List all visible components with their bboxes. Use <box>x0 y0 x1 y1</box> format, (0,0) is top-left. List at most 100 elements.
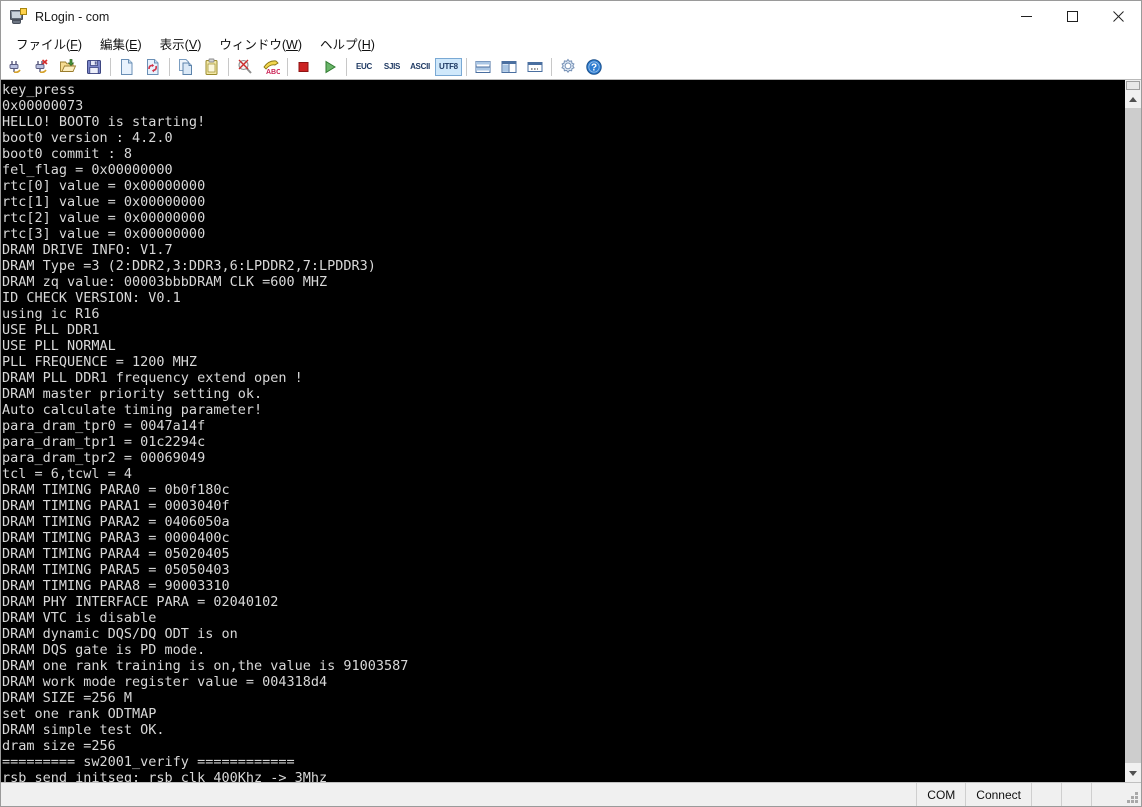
menu-item-help[interactable]: ヘルプ(H) <box>311 32 384 55</box>
rlogin-window: RLogin - com ファイル(F) 編集(E) 表示(V) ウィンドウ(W… <box>0 0 1142 807</box>
terminal-line: ID CHECK VERSION: V0.1 <box>2 290 181 306</box>
play-icon <box>325 60 336 73</box>
scrollbar-thumb[interactable] <box>1125 108 1141 763</box>
settings-gear-icon <box>561 58 575 73</box>
maximize-button[interactable] <box>1049 1 1095 32</box>
terminal-line: fel_flag = 0x00000000 <box>2 162 173 178</box>
status-spacer-1 <box>1031 783 1061 806</box>
paste-button[interactable] <box>199 55 225 79</box>
terminal-line: rtc[1] value = 0x00000000 <box>2 194 206 210</box>
terminal-line: HELLO! BOOT0 is starting! <box>2 114 206 130</box>
save-button[interactable] <box>81 55 107 79</box>
terminal-line: DRAM VTC is disable <box>2 610 157 626</box>
encoding-utf8-button[interactable]: UTF8 <box>435 57 462 76</box>
terminal-line: DRAM TIMING PARA2 = 0406050a <box>2 514 230 530</box>
window-title: RLogin - com <box>35 9 110 24</box>
menu-item-edit[interactable]: 編集(E) <box>91 32 151 55</box>
svg-text:?: ? <box>591 62 597 73</box>
split-horizontal-button[interactable] <box>470 55 496 79</box>
toolbar-separator-7 <box>550 57 552 76</box>
terminal-line: para_dram_tpr2 = 00069049 <box>2 450 206 466</box>
terminal-line: set one rank ODTMAP <box>2 706 157 722</box>
terminal-line: para_dram_tpr0 = 0047a14f <box>2 418 206 434</box>
title-bar: RLogin - com <box>1 1 1141 32</box>
toolbar: ABC EUC SJIS ASCII UTF8 ? <box>1 54 1141 80</box>
vertical-scrollbar[interactable] <box>1124 80 1141 782</box>
terminal-line: DRAM zq value: 00003bbbDRAM CLK =600 MHZ <box>2 274 328 290</box>
clear-search-button[interactable] <box>232 55 258 79</box>
terminal-line: DRAM dynamic DQS/DQ ODT is on <box>2 626 238 642</box>
minimize-icon <box>1020 16 1032 17</box>
menu-help-post: ) <box>370 37 375 52</box>
terminal-line: DRAM one rank training is on,the value i… <box>2 658 409 674</box>
help-icon: ? <box>586 58 602 75</box>
scrollbar-track[interactable] <box>1125 108 1141 765</box>
menu-bar: ファイル(F) 編集(E) 表示(V) ウィンドウ(W) ヘルプ(H) <box>1 32 1141 54</box>
stop-button[interactable] <box>291 55 317 79</box>
copy-button[interactable] <box>173 55 199 79</box>
terminal-line: DRAM TIMING PARA0 = 0b0f180c <box>2 482 230 498</box>
menu-window-post: ) <box>297 37 303 52</box>
terminal-line: rtc[0] value = 0x00000000 <box>2 178 206 194</box>
menu-item-view[interactable]: 表示(V) <box>151 32 211 55</box>
save-floppy-icon <box>87 59 101 74</box>
scroll-up-arrow-icon <box>1129 97 1137 102</box>
scroll-down-button[interactable] <box>1125 765 1141 782</box>
spellcheck-button[interactable]: ABC <box>258 55 284 79</box>
terminal-monitor-icon <box>9 7 27 26</box>
status-spacer-2 <box>1061 783 1091 806</box>
play-button[interactable] <box>317 55 343 79</box>
terminal-line: DRAM work mode register value = 004318d4 <box>2 674 328 690</box>
spellcheck-abc-icon: ABC <box>263 59 280 76</box>
settings-button[interactable] <box>555 55 581 79</box>
terminal-line: ========= sw2001_verify ============ <box>2 754 295 770</box>
menu-view-key: V <box>188 37 198 52</box>
svg-text:ABC: ABC <box>266 69 280 76</box>
split-vertical-button[interactable] <box>496 55 522 79</box>
terminal-line: DRAM DRIVE INFO: V1.7 <box>2 242 173 258</box>
resize-grip-icon[interactable] <box>1121 783 1141 806</box>
split-vertical-icon <box>501 60 517 73</box>
scroll-up-button[interactable] <box>1125 91 1141 108</box>
disconnect-button[interactable] <box>29 55 55 79</box>
reload-document-icon <box>147 58 159 75</box>
encoding-ascii-button[interactable]: ASCII <box>407 58 433 76</box>
new-document-button[interactable] <box>114 55 140 79</box>
disconnect-icon <box>35 58 48 73</box>
terminal-line: DRAM simple test OK. <box>2 722 165 738</box>
connect-icon <box>9 60 21 73</box>
toolbar-separator-2 <box>169 57 170 76</box>
terminal-line: rtc[3] value = 0x00000000 <box>2 226 206 242</box>
close-button[interactable] <box>1095 1 1141 32</box>
console-button[interactable] <box>522 55 548 79</box>
terminal-line: tcl = 6,tcwl = 4 <box>2 466 133 482</box>
menu-item-file[interactable]: ファイル(F) <box>7 32 91 55</box>
terminal-line: boot0 version : 4.2.0 <box>2 130 173 146</box>
terminal-line: rsb_send_initseq: rsb clk 400Khz -> 3Mhz <box>2 770 328 782</box>
reload-document-button[interactable] <box>140 55 166 79</box>
encoding-sjis-button[interactable]: SJIS <box>379 58 405 76</box>
terminal-output[interactable]: key_press 0x00000073 HELLO! BOOT0 is start… <box>1 80 1124 782</box>
menu-window-pre: ウィンドウ( <box>219 37 287 52</box>
menu-item-window[interactable]: ウィンドウ(W) <box>210 32 311 55</box>
status-port: COM <box>916 783 965 806</box>
toolbar-separator-6 <box>465 57 467 76</box>
menu-help-pre: ヘルプ( <box>320 37 362 52</box>
minimize-button[interactable] <box>1003 1 1049 32</box>
terminal-line: Auto calculate timing parameter! <box>2 402 263 418</box>
scrollbar-top-box <box>1126 81 1140 90</box>
menu-file-key: F <box>70 37 78 52</box>
maximize-icon <box>1066 11 1078 22</box>
connect-button[interactable] <box>3 55 29 79</box>
status-bar: COM Connect <box>1 782 1141 806</box>
open-folder-icon <box>60 58 77 72</box>
terminal-line: PLL FREQUENCE = 1200 MHZ <box>2 354 198 370</box>
terminal-line: boot0 commit : 8 <box>2 146 133 162</box>
menu-edit-pre: 編集( <box>99 37 130 52</box>
stop-icon <box>298 61 309 72</box>
open-folder-button[interactable] <box>55 55 81 79</box>
help-button[interactable]: ? <box>581 55 607 79</box>
window-controls <box>1003 1 1141 32</box>
encoding-euc-button[interactable]: EUC <box>351 58 377 76</box>
terminal-line: USE PLL DDR1 <box>2 322 100 338</box>
